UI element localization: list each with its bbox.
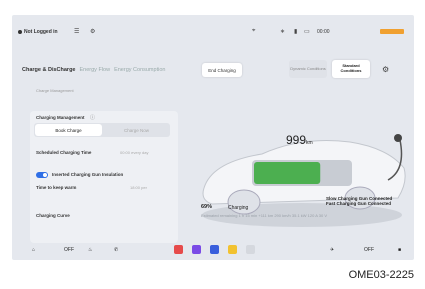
charge-mode-selector: Book Charge Charge Now: [34, 123, 170, 137]
gun-status: Slow Charging Gun Connected Fast Chargin…: [326, 196, 392, 206]
gun-insulation-label: Inserted Charging Gun Insulation: [52, 172, 124, 177]
range-readout: 999km: [286, 133, 313, 147]
charging-estimate: Estimated remaining 1 h 15 min +111 km 2…: [201, 213, 328, 218]
keep-warm-label: Time to keep warm: [36, 185, 77, 190]
book-charge-button[interactable]: Book Charge: [35, 124, 102, 136]
keep-warm-value[interactable]: 18:00 per: [130, 185, 147, 190]
soc-percent: 69%: [201, 204, 213, 210]
figure-code: OME03-2225: [348, 269, 414, 281]
scheduled-time-label: Scheduled Charging Time: [36, 150, 92, 155]
brand-badge: [380, 29, 404, 34]
signal-icon: ▮: [294, 29, 298, 35]
gear-icon[interactable]: ⚙: [382, 65, 389, 74]
charging-status: Charging: [228, 205, 249, 211]
charge-now-button[interactable]: Charge Now: [103, 123, 170, 137]
gun-insulation-toggle[interactable]: [36, 172, 48, 178]
dynamic-conditions-button[interactable]: Dynamic Conditions: [289, 60, 327, 78]
account-status[interactable]: Not Logged in: [18, 29, 58, 35]
home-icon[interactable]: ⌂: [32, 247, 35, 253]
user-icon: [18, 30, 22, 34]
range-unit: km: [306, 140, 313, 146]
scheduled-time-value[interactable]: 00:00 every day: [120, 150, 148, 155]
bluetooth-icon: ∗: [280, 29, 286, 35]
fan-icon[interactable]: ✈: [330, 247, 334, 253]
tab-energy-flow[interactable]: Energy Flow: [80, 67, 111, 73]
navigation-app-icon[interactable]: [210, 245, 219, 254]
wifi-icon[interactable]: ☰: [74, 28, 79, 35]
clock: 00:00: [317, 29, 330, 35]
status-bar: Not Logged in ☰ ⚙ ⌖ ∗ ▮ ▭ 00:00: [12, 15, 414, 47]
charging-plug-icon: [394, 134, 402, 142]
location-icon: ⌖: [252, 28, 256, 34]
tab-energy-consumption[interactable]: Energy Consumption: [114, 67, 165, 73]
phone-icon[interactable]: ✆: [114, 247, 118, 253]
fast-gun-message: Fast Charging Gun Connected: [326, 200, 392, 206]
charging-management-label: Charging Management: [36, 115, 85, 120]
standard-conditions-button[interactable]: Standard Conditions: [332, 60, 370, 78]
battery-fill: [254, 162, 321, 184]
music-app-icon[interactable]: [192, 245, 201, 254]
info-icon[interactable]: ⓘ: [90, 114, 95, 121]
range-value: 999: [286, 133, 307, 147]
right-temp-value[interactable]: OFF: [364, 247, 374, 253]
battery-status-icon: ▭: [304, 29, 310, 35]
account-label: Not Logged in: [24, 29, 58, 35]
screen: Not Logged in ☰ ⚙ ⌖ ∗ ▮ ▭ 00:00 Charge &…: [12, 15, 414, 260]
gallery-app-icon[interactable]: [228, 245, 237, 254]
seat-heat-icon[interactable]: ♨: [88, 247, 92, 253]
tab-bar: Charge & DisCharge Energy Flow Energy Co…: [22, 67, 165, 73]
tab-charge-discharge[interactable]: Charge & DisCharge: [22, 67, 76, 73]
media-app-icon[interactable]: [174, 245, 183, 254]
end-charging-button[interactable]: End Charging: [202, 63, 242, 77]
charging-curve-label[interactable]: Charging Curve: [36, 213, 70, 218]
car-illustration: [202, 134, 406, 227]
left-temp-value[interactable]: OFF: [64, 247, 74, 253]
breadcrumb: Charge Management: [36, 88, 74, 93]
settings-icon[interactable]: ⚙: [90, 28, 95, 35]
square-icon[interactable]: ■: [398, 247, 401, 253]
apps-icon[interactable]: [246, 245, 255, 254]
